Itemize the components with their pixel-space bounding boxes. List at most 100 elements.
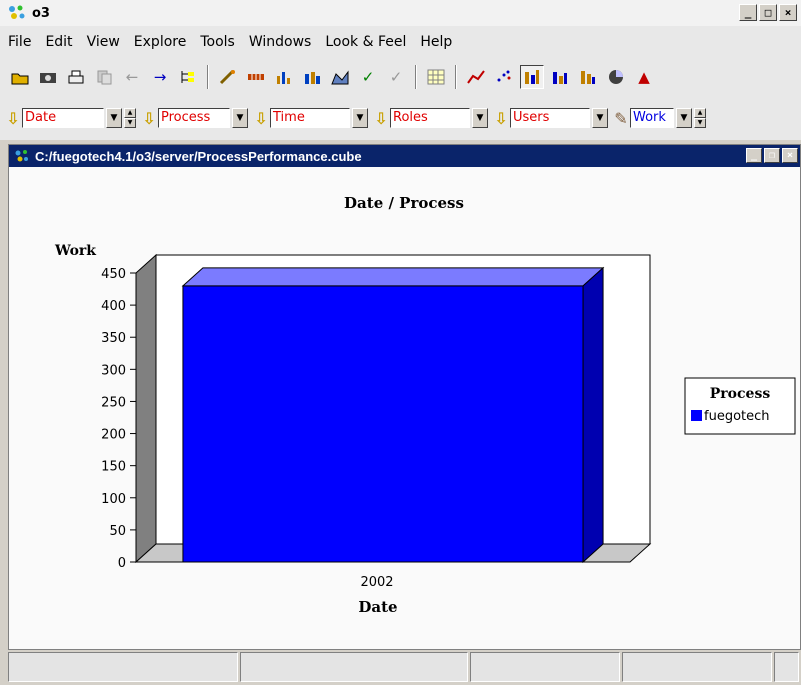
- toolbar: ← → ✓ ✓ ▲: [0, 58, 801, 96]
- copy-icon[interactable]: [92, 65, 116, 89]
- legend-label: fuegotech: [704, 409, 770, 424]
- drill-down-icon[interactable]: ⇩: [494, 109, 508, 128]
- status-cell: [8, 652, 238, 682]
- menu-tools[interactable]: Tools: [200, 34, 235, 50]
- window-title: o3: [32, 5, 50, 21]
- ruler-icon: ✎: [614, 108, 628, 128]
- menu-view[interactable]: View: [87, 34, 120, 50]
- close-button[interactable]: ×: [779, 4, 797, 21]
- menu-windows[interactable]: Windows: [249, 34, 312, 50]
- scatter-icon[interactable]: [492, 65, 516, 89]
- back-icon[interactable]: ←: [120, 65, 144, 89]
- drill-down-icon[interactable]: ⇩: [142, 109, 156, 128]
- menu-help[interactable]: Help: [420, 34, 452, 50]
- y-tick-label: 450: [101, 267, 126, 282]
- measure-field[interactable]: Work: [630, 108, 674, 128]
- bar-chart[interactable]: Date / Process Work 0 50 100 150 200 250 300 350 4…: [9, 167, 800, 649]
- doc-close-button[interactable]: ×: [782, 148, 798, 163]
- status-cell: [622, 652, 772, 682]
- y-tick-label: 200: [101, 428, 126, 443]
- toolbar-separator: [415, 65, 417, 89]
- bar-3d-icon[interactable]: [520, 65, 544, 89]
- y-tick-label: 350: [101, 331, 126, 346]
- y-tick-label: 300: [101, 363, 126, 378]
- dimension-roles: ⇩ Roles ▼: [374, 108, 488, 128]
- chevron-down-icon[interactable]: ▼: [472, 108, 488, 128]
- measure-work: ✎ Work ▼ ▲ ▼: [614, 108, 706, 128]
- drill-down-icon[interactable]: ⇩: [6, 109, 20, 128]
- y-tick-label: 250: [101, 395, 126, 410]
- table-icon[interactable]: [424, 65, 448, 89]
- y-tick-label: 400: [101, 299, 126, 314]
- dimension-users: ⇩ Users ▼: [494, 108, 608, 128]
- forward-icon[interactable]: →: [148, 65, 172, 89]
- dimension-time: ⇩ Time ▼: [254, 108, 368, 128]
- date-field[interactable]: Date: [22, 108, 104, 128]
- bar-side: [582, 266, 604, 564]
- wand-icon[interactable]: [216, 65, 240, 89]
- time-field[interactable]: Time: [270, 108, 350, 128]
- chevron-down-icon[interactable]: ▼: [106, 108, 122, 128]
- more-icon[interactable]: ▲: [632, 65, 656, 89]
- toolbar-separator: [207, 65, 209, 89]
- tree-icon[interactable]: [176, 65, 200, 89]
- y-axis-label: Work: [54, 243, 96, 259]
- menu-edit[interactable]: Edit: [45, 34, 72, 50]
- title-bar: o3 _ □ ×: [0, 0, 801, 26]
- dimension-process: ⇩ Process ▼: [142, 108, 248, 128]
- uncheck-icon[interactable]: ✓: [384, 65, 408, 89]
- drill-down-icon[interactable]: ⇩: [254, 109, 268, 128]
- document-title-bar: C:/fuegotech4.1/o3/server/ProcessPerform…: [9, 145, 800, 167]
- dimension-bar: ⇩ Date ▼ ▲ ▼ ⇩ Process ▼ ⇩ Time ▼ ⇩ Roles…: [0, 96, 801, 140]
- drill-down-icon[interactable]: ⇩: [374, 109, 388, 128]
- y-tick-label: 100: [101, 492, 126, 507]
- doc-restore-button[interactable]: ❐: [764, 148, 780, 163]
- spinner[interactable]: ▲ ▼: [694, 108, 706, 128]
- doc-minimize-button[interactable]: _: [746, 148, 762, 163]
- status-cell: [470, 652, 620, 682]
- legend-swatch: [691, 410, 702, 421]
- chevron-down-icon[interactable]: ▼: [676, 108, 692, 128]
- line-chart-icon[interactable]: [464, 65, 488, 89]
- chevron-down-icon[interactable]: ▼: [352, 108, 368, 128]
- spinner[interactable]: ▲ ▼: [124, 108, 136, 128]
- menu-file[interactable]: File: [8, 34, 31, 50]
- y-tick-label: 0: [118, 556, 126, 571]
- status-bar: [8, 652, 801, 685]
- dimension-date: ⇩ Date ▼ ▲ ▼: [6, 108, 136, 128]
- bar-top: [181, 267, 605, 287]
- bar: [182, 285, 584, 563]
- bar-chart-icon[interactable]: [272, 65, 296, 89]
- maximize-button[interactable]: □: [759, 4, 777, 21]
- minimize-button[interactable]: _: [739, 4, 757, 21]
- process-field[interactable]: Process: [158, 108, 230, 128]
- stacked-bar-icon[interactable]: [300, 65, 324, 89]
- menu-look-and-feel[interactable]: Look & Feel: [325, 34, 406, 50]
- open-icon[interactable]: [8, 65, 32, 89]
- menu-bar: File Edit View Explore Tools Windows Loo…: [0, 26, 801, 58]
- users-field[interactable]: Users: [510, 108, 590, 128]
- area-icon[interactable]: [328, 65, 352, 89]
- legend-title: Process: [710, 386, 771, 402]
- check-icon[interactable]: ✓: [356, 65, 380, 89]
- document-title: C:/fuegotech4.1/o3/server/ProcessPerform…: [35, 148, 362, 164]
- chevron-down-icon[interactable]: ▼: [232, 108, 248, 128]
- grid-icon[interactable]: [244, 65, 268, 89]
- roles-field[interactable]: Roles: [390, 108, 470, 128]
- chevron-down-icon[interactable]: ▼: [592, 108, 608, 128]
- pie-icon[interactable]: [604, 65, 628, 89]
- x-axis-label: Date: [358, 598, 397, 616]
- toolbar-separator: [455, 65, 457, 89]
- print-icon[interactable]: [64, 65, 88, 89]
- document-icon: [13, 148, 31, 164]
- y-tick-label: 150: [101, 460, 126, 475]
- status-cell: [240, 652, 468, 682]
- chart-left-wall: [135, 253, 157, 564]
- app-logo-icon: [6, 3, 28, 23]
- bar-3d-alt-icon[interactable]: [548, 65, 572, 89]
- camera-icon[interactable]: [36, 65, 60, 89]
- chart-area: Date / Process Work 0 50 100 150 200 250 300 350 4…: [9, 167, 800, 649]
- x-tick-label: 2002: [360, 575, 393, 590]
- bar-3d-grouped-icon[interactable]: [576, 65, 600, 89]
- menu-explore[interactable]: Explore: [134, 34, 187, 50]
